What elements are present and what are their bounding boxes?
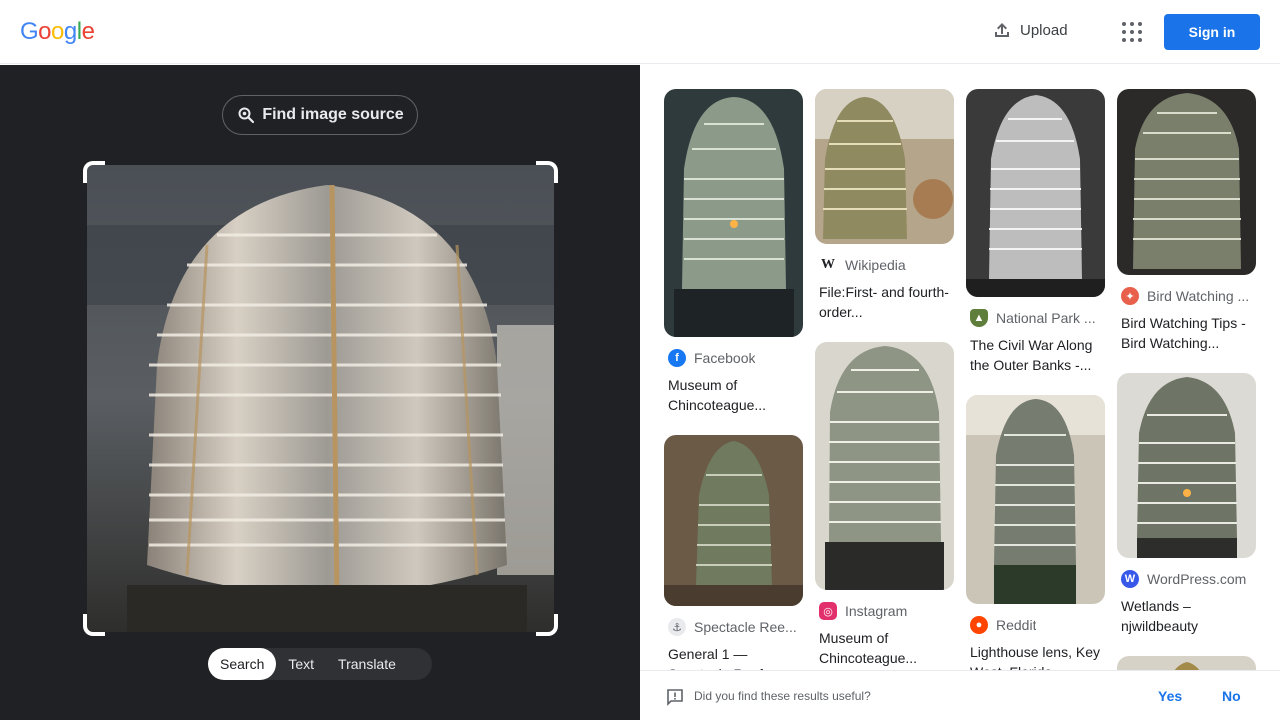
crop-handle-top-left[interactable] xyxy=(83,161,105,183)
find-image-source-button[interactable]: Find image source xyxy=(222,95,418,135)
spectacle-reef-icon: ⚓ xyxy=(668,618,686,636)
logo-letter: o xyxy=(38,18,52,45)
find-image-source-label: Find image source xyxy=(262,106,404,123)
result-card[interactable]: W WordPress.com Wetlands – njwildbeauty xyxy=(1117,373,1256,636)
result-source: ✦ Bird Watching ... xyxy=(1121,287,1252,305)
result-card[interactable] xyxy=(1117,656,1256,670)
result-thumbnail[interactable] xyxy=(1117,89,1256,275)
sign-in-button[interactable]: Sign in xyxy=(1164,14,1260,50)
result-title[interactable]: Lighthouse lens, Key West, Florida xyxy=(970,642,1101,670)
crop-handle-bottom-right[interactable] xyxy=(536,614,558,636)
result-thumbnail[interactable] xyxy=(1117,373,1256,558)
apps-grid-icon[interactable] xyxy=(1120,20,1144,44)
instagram-icon: ◎ xyxy=(819,602,837,620)
result-source: W WordPress.com xyxy=(1121,570,1252,588)
mode-text-tab[interactable]: Text xyxy=(276,648,326,680)
result-title[interactable]: Museum of Chincoteague... xyxy=(819,628,950,668)
result-source: ● Reddit xyxy=(970,616,1101,634)
result-card[interactable]: ⚓ Spectacle Ree... General 1 — Spectacle… xyxy=(664,435,803,670)
query-image xyxy=(87,165,554,632)
feedback-yes-button[interactable]: Yes xyxy=(1158,688,1182,704)
result-card[interactable]: ● Reddit Lighthouse lens, Key West, Flor… xyxy=(966,395,1105,670)
result-thumbnail[interactable] xyxy=(1117,656,1256,670)
result-thumbnail[interactable] xyxy=(966,395,1105,604)
result-thumbnail[interactable] xyxy=(664,89,803,337)
feedback-icon xyxy=(667,689,683,706)
nps-icon: ▲ xyxy=(970,309,988,327)
logo-letter: e xyxy=(81,18,95,45)
upload-label: Upload xyxy=(1020,21,1068,39)
mode-search-tab[interactable]: Search xyxy=(208,648,277,680)
wordpress-icon: W xyxy=(1121,570,1139,588)
wikipedia-icon: W xyxy=(819,256,837,274)
query-image-panel: Find image source Search Text Translate xyxy=(0,65,640,720)
upload-icon xyxy=(995,23,1009,37)
logo-letter: o xyxy=(51,18,64,45)
result-source: ▲ National Park ... xyxy=(970,309,1101,327)
result-title[interactable]: The Civil War Along the Outer Banks -... xyxy=(970,335,1101,375)
bird-watching-icon: ✦ xyxy=(1121,287,1139,305)
feedback-no-button[interactable]: No xyxy=(1222,688,1241,704)
result-title[interactable]: Bird Watching Tips - Bird Watching... xyxy=(1121,313,1252,353)
result-card[interactable]: ▲ National Park ... The Civil War Along … xyxy=(966,89,1105,375)
result-source: ◎ Instagram xyxy=(819,602,950,620)
result-thumbnail[interactable] xyxy=(966,89,1105,297)
top-bar: Google Upload Sign in xyxy=(0,0,1280,64)
result-title[interactable]: General 1 — Spectacle Reef... xyxy=(668,644,799,670)
result-card[interactable]: ✦ Bird Watching ... Bird Watching Tips -… xyxy=(1117,89,1256,353)
result-title[interactable]: Wetlands – njwildbeauty xyxy=(1121,596,1252,636)
mode-translate-tab[interactable]: Translate xyxy=(326,648,408,680)
result-card[interactable]: ◎ Instagram Museum of Chincoteague... xyxy=(815,342,954,668)
logo-letter: g xyxy=(63,18,77,45)
reddit-icon: ● xyxy=(970,616,988,634)
crop-handle-bottom-left[interactable] xyxy=(83,614,105,636)
result-source: ⚓ Spectacle Ree... xyxy=(668,618,799,636)
result-card[interactable]: W Wikipedia File:First- and fourth-order… xyxy=(815,89,954,322)
crop-handle-top-right[interactable] xyxy=(536,161,558,183)
facebook-icon: f xyxy=(668,349,686,367)
result-title[interactable]: Museum of Chincoteague... xyxy=(668,375,799,415)
logo-letter: G xyxy=(20,18,39,45)
result-source: f Facebook xyxy=(668,349,799,367)
crop-selection[interactable] xyxy=(83,161,558,636)
result-thumbnail[interactable] xyxy=(664,435,803,606)
result-card[interactable]: f Facebook Museum of Chincoteague... xyxy=(664,89,803,415)
result-thumbnail[interactable] xyxy=(815,89,954,244)
result-title[interactable]: File:First- and fourth-order... xyxy=(819,282,950,322)
feedback-question: Did you find these results useful? xyxy=(694,689,871,703)
feedback-bar: Did you find these results useful? Yes N… xyxy=(640,670,1280,720)
result-source: W Wikipedia xyxy=(819,256,906,274)
mode-switcher: Search Text Translate xyxy=(208,648,432,680)
lens-search-icon xyxy=(238,107,255,124)
google-logo[interactable]: Google xyxy=(20,18,95,46)
result-thumbnail[interactable] xyxy=(815,342,954,590)
upload-button[interactable]: Upload xyxy=(992,20,1068,40)
visual-matches: f Facebook Museum of Chincoteague... ⚓ S… xyxy=(640,65,1280,670)
